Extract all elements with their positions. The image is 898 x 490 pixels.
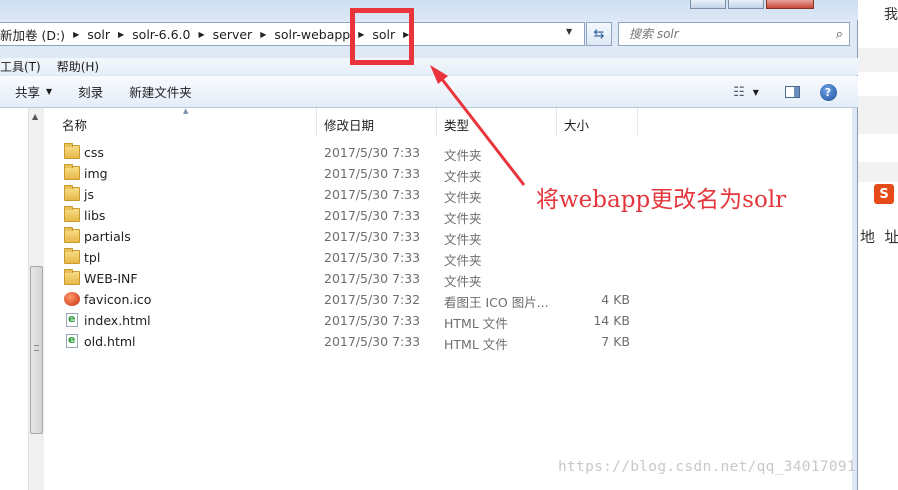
annotation-text: 将webapp更改名为solr xyxy=(536,187,787,213)
watermark: https://blog.csdn.net/qq_34017091 xyxy=(558,459,856,475)
annotation-arrow xyxy=(430,65,526,186)
